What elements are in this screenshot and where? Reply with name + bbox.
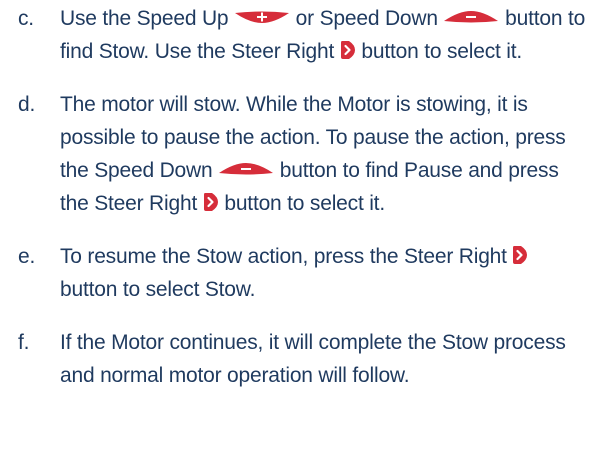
step-marker: d. bbox=[18, 93, 36, 116]
speed-up-icon bbox=[234, 10, 290, 24]
speed-down-icon bbox=[443, 10, 499, 24]
steer-right-icon bbox=[512, 245, 528, 265]
step-text-segment: button to select it. bbox=[355, 40, 523, 63]
step-text-segment: button to select it. bbox=[218, 192, 385, 215]
step-text-segment: or Speed Down bbox=[290, 7, 444, 30]
steer-right-icon bbox=[340, 40, 356, 60]
instruction-list: c. Use the Speed Up or Speed Down button … bbox=[18, 2, 593, 392]
step-text-segment: button to select Stow. bbox=[60, 278, 256, 301]
step-text: The motor will stow. While the Motor is … bbox=[60, 88, 593, 220]
step-marker: e. bbox=[18, 245, 36, 268]
step-d: d. The motor will stow. While the Motor i… bbox=[18, 88, 593, 220]
step-text: To resume the Stow action, press the Ste… bbox=[60, 240, 593, 306]
steer-right-icon bbox=[203, 192, 219, 212]
step-text-segment: To resume the Stow action, press the Ste… bbox=[60, 245, 513, 268]
step-c: c. Use the Speed Up or Speed Down button … bbox=[18, 2, 593, 68]
step-text: If the Motor continues, it will complete… bbox=[60, 326, 593, 392]
step-marker: c. bbox=[18, 7, 34, 30]
step-text: Use the Speed Up or Speed Down button to… bbox=[60, 2, 593, 68]
step-text-segment: If the Motor continues, it will complete… bbox=[60, 331, 566, 387]
step-marker: f. bbox=[18, 331, 30, 354]
step-f: f. If the Motor continues, it will comple… bbox=[18, 326, 593, 392]
step-e: e. To resume the Stow action, press the S… bbox=[18, 240, 593, 306]
step-text-segment: Use the Speed Up bbox=[60, 7, 235, 30]
speed-down-icon bbox=[218, 162, 274, 176]
